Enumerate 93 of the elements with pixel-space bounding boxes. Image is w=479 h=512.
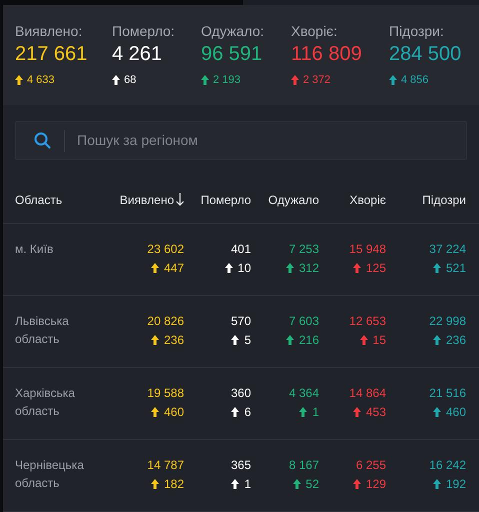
stat-delta: 2 372 — [303, 73, 331, 88]
stat-label: Підозри: — [389, 22, 445, 40]
table-cell-text: 23 602 — [147, 241, 184, 258]
column-header[interactable]: Померло — [200, 190, 251, 208]
stat-value: 217 661 — [15, 42, 88, 67]
table-cell-text: 37 224 — [429, 241, 466, 258]
stat-label: Одужало: — [201, 22, 266, 40]
table-cell-text: 19 588 — [147, 385, 184, 402]
up-arrow-icon — [15, 75, 23, 86]
stat-delta: 4 633 — [27, 73, 55, 88]
table-cell-text: 12 653 — [349, 313, 386, 330]
table-cell-text: 15 948 — [349, 241, 386, 258]
search-icon — [34, 132, 51, 149]
stat-label: Хворіє: — [291, 22, 338, 40]
column-header[interactable]: Підозри — [422, 190, 466, 208]
search-input[interactable]: Пошук за регіоном — [77, 130, 466, 151]
up-arrow-icon — [432, 407, 441, 417]
table-cell-text: 22 998 — [429, 313, 466, 330]
table-cell-text: 401 — [230, 241, 251, 258]
column-header[interactable]: Одужало — [268, 190, 319, 208]
stat-label: Померло: — [112, 22, 176, 40]
search-field[interactable]: Пошук за регіоном — [15, 121, 467, 160]
stat-delta: 68 — [124, 73, 136, 88]
region-name: м. Київ — [15, 241, 54, 258]
delta-value: 521 — [446, 260, 466, 277]
delta-value: 453 — [366, 404, 386, 421]
up-arrow-icon — [352, 479, 361, 489]
table-cell-text: 8 167 — [288, 457, 319, 474]
region-name: Львівська область — [15, 313, 70, 348]
up-arrow-icon — [224, 263, 233, 273]
delta-value: 52 — [306, 476, 319, 493]
table-cell-text: 365 — [230, 457, 251, 474]
stat-value: 116 809 — [291, 42, 363, 67]
up-arrow-icon — [432, 479, 441, 489]
region-name: Чернівецька область — [15, 457, 85, 492]
delta-value: 460 — [446, 404, 466, 421]
up-arrow-icon — [352, 263, 361, 273]
table-cell-text: 7 603 — [288, 313, 319, 330]
delta-value: 236 — [164, 332, 184, 349]
delta-value: 1 — [312, 404, 319, 421]
delta-value: 125 — [366, 260, 386, 277]
up-arrow-icon — [286, 263, 294, 273]
up-arrow-icon — [286, 335, 294, 345]
up-arrow-icon — [112, 75, 120, 86]
delta-value: 1 — [244, 476, 251, 493]
up-arrow-icon — [389, 75, 397, 86]
up-arrow-icon — [292, 479, 301, 489]
region-name: Харківська область — [15, 385, 76, 420]
delta-value: 129 — [366, 476, 386, 493]
table-cell-text: 20 826 — [147, 313, 184, 330]
delta-value: 216 — [298, 332, 319, 349]
table-cell-text: 14 864 — [349, 385, 386, 402]
stat-value: 284 500 — [389, 42, 462, 67]
up-arrow-icon — [150, 479, 159, 489]
stat-value: 96 591 — [201, 42, 264, 67]
column-header[interactable]: Хворіє — [350, 190, 386, 208]
up-arrow-icon — [291, 75, 299, 86]
stat-delta: 2 193 — [213, 73, 241, 88]
table-cell-text: 360 — [230, 385, 251, 402]
table-cell-text: 6 255 — [356, 457, 386, 474]
up-arrow-icon — [231, 335, 240, 345]
delta-value: 182 — [164, 476, 184, 493]
stat-delta: 4 856 — [401, 73, 429, 88]
delta-value: 447 — [164, 260, 184, 277]
delta-value: 312 — [298, 260, 319, 277]
column-header[interactable]: Виявлено — [120, 190, 174, 208]
table-cell-text: 14 787 — [147, 457, 184, 474]
delta-value: 5 — [244, 332, 251, 349]
table-cell-text: 570 — [230, 313, 251, 330]
up-arrow-icon — [352, 407, 361, 417]
up-arrow-icon — [150, 263, 159, 273]
delta-value: 15 — [372, 332, 386, 349]
table-cell-text: 7 253 — [288, 241, 319, 258]
table-cell-text: 4 364 — [288, 385, 319, 402]
stat-value: 4 261 — [112, 42, 164, 67]
up-arrow-icon — [150, 335, 159, 345]
table-cell-text: 21 516 — [429, 385, 466, 402]
up-arrow-icon — [432, 335, 441, 345]
up-arrow-icon — [231, 479, 240, 489]
stat-label: Виявлено: — [15, 22, 84, 40]
column-header[interactable]: Область — [15, 190, 62, 208]
up-arrow-icon — [201, 75, 209, 86]
delta-value: 192 — [446, 476, 466, 493]
up-arrow-icon — [299, 407, 308, 417]
delta-value: 236 — [446, 332, 466, 349]
up-arrow-icon — [432, 263, 441, 273]
table-cell-text: 16 242 — [429, 457, 466, 474]
up-arrow-icon — [231, 407, 240, 417]
delta-value: 460 — [164, 404, 184, 421]
delta-value: 10 — [238, 260, 251, 277]
up-arrow-icon — [360, 335, 368, 345]
delta-value: 6 — [244, 404, 251, 421]
up-arrow-icon — [150, 407, 159, 417]
